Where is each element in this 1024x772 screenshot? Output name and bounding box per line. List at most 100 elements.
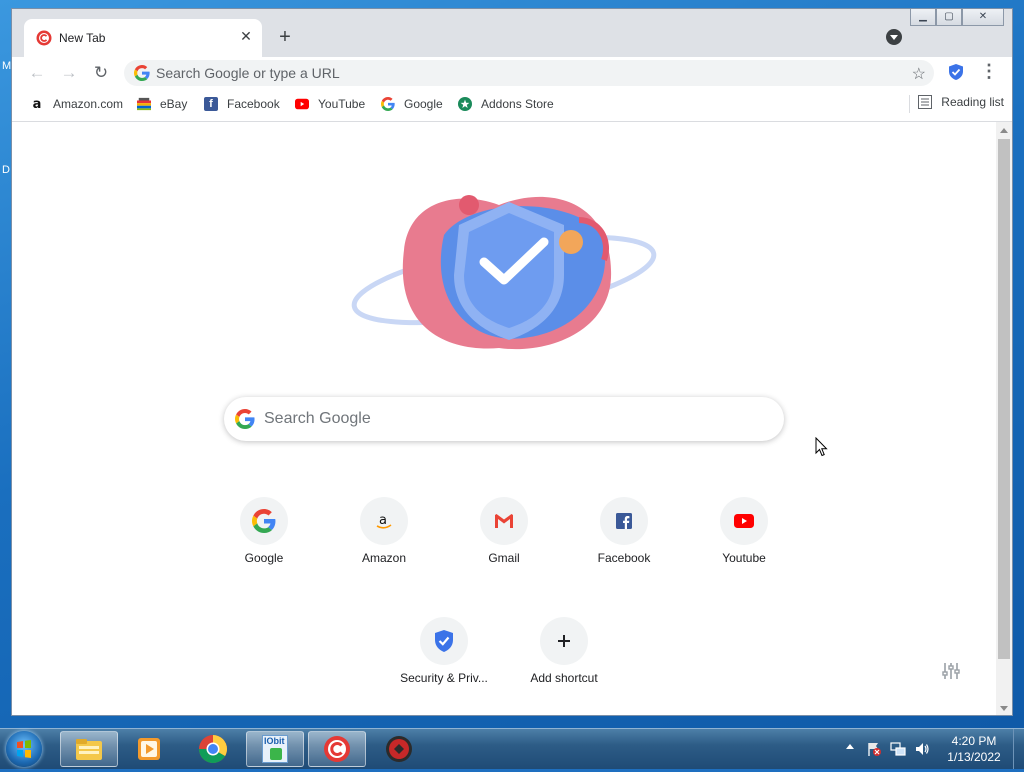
shortcut-facebook[interactable]: Facebook [568, 489, 680, 601]
bookmark-ebay[interactable]: eBay [137, 95, 187, 113]
browser-menu-button[interactable]: ⋮ [980, 61, 998, 83]
reading-list-label: Reading list [941, 95, 1004, 109]
security-extension-icon[interactable] [947, 63, 965, 81]
google-icon [240, 497, 288, 545]
bookmark-youtube[interactable]: YouTube [295, 95, 365, 113]
shortcut-label: Youtube [722, 551, 766, 565]
taskbar-ccleaner-browser[interactable] [308, 731, 366, 767]
clock[interactable]: 4:20 PM 1/13/2022 [938, 733, 1010, 765]
divider [909, 95, 910, 113]
maximize-button[interactable]: ▢ [936, 9, 962, 26]
shield-icon [420, 617, 468, 665]
bookmark-amazon[interactable]: a Amazon.com [30, 95, 123, 113]
minimize-button[interactable]: ▁ [910, 9, 936, 26]
show-desktop-button[interactable] [1013, 729, 1024, 769]
ccleaner-browser-icon [324, 736, 350, 762]
tab-title: New Tab [59, 31, 106, 45]
bookmark-label: Amazon.com [53, 97, 124, 111]
desktop-icon-label: M [2, 60, 12, 72]
address-bar[interactable]: ☆ [124, 60, 934, 86]
bookmark-addons-store[interactable]: Addons Store [458, 95, 554, 113]
reading-list-button[interactable]: Reading list [918, 95, 1004, 109]
amazon-icon: a [360, 497, 408, 545]
clock-time: 4:20 PM [951, 734, 997, 748]
youtube-icon [295, 97, 309, 111]
facebook-icon [600, 497, 648, 545]
taskbar-chrome[interactable] [184, 731, 242, 767]
mouse-cursor-icon [815, 437, 828, 457]
security-hero-illustration [351, 195, 657, 350]
youtube-icon [720, 497, 768, 545]
vertical-scrollbar[interactable] [996, 122, 1012, 715]
browser-logo-icon [36, 30, 52, 46]
shortcut-amazon[interactable]: a Amazon [328, 489, 440, 601]
scroll-up-arrow-icon[interactable] [1000, 128, 1008, 133]
bookmark-label: YouTube [318, 97, 366, 111]
shortcut-label: Facebook [597, 551, 651, 565]
network-icon[interactable] [890, 741, 906, 757]
toolbar: ← → ↻ ☆ ⋮ [12, 57, 1012, 87]
taskbar-iobit[interactable]: IObit [246, 731, 304, 767]
window-controls: ▁ ▢ ✕ [910, 9, 1004, 26]
plus-icon [540, 617, 588, 665]
new-tab-button[interactable]: + [274, 27, 296, 49]
google-search-box[interactable] [224, 397, 784, 441]
taskbar-media-player[interactable] [120, 731, 178, 767]
forward-button[interactable]: → [58, 62, 80, 84]
bookmarks-bar: a Amazon.com eBay f Facebook YouTube Goo… [12, 87, 1012, 122]
reload-button[interactable]: ↻ [90, 62, 112, 84]
taskbar-explorer[interactable] [60, 731, 118, 767]
back-button[interactable]: ← [26, 62, 48, 84]
bookmark-label: Facebook [227, 97, 280, 111]
ebay-icon [137, 97, 151, 111]
action-center-flag-icon[interactable] [866, 741, 882, 757]
shortcut-label: Amazon [361, 551, 407, 565]
volume-icon[interactable] [914, 741, 930, 757]
google-icon [381, 97, 395, 111]
shortcut-gmail[interactable]: Gmail [448, 489, 560, 601]
add-shortcut-button[interactable]: Add shortcut [508, 609, 620, 715]
browser-window: New Tab ✕ + ▁ ▢ ✕ ← → ↻ ☆ ⋮ [11, 8, 1013, 716]
taskbar: IObit 4:20 PM 1/13/2022 [0, 728, 1024, 769]
tab-new-tab[interactable]: New Tab ✕ [24, 19, 262, 57]
shortcut-google[interactable]: Google [208, 489, 320, 601]
shortcut-label: Security & Priv... [400, 671, 488, 685]
shortcut-label: Gmail [488, 551, 520, 565]
security-app-icon [386, 736, 412, 762]
media-player-icon [138, 738, 160, 760]
explorer-icon [76, 739, 102, 760]
close-tab-icon[interactable]: ✕ [238, 28, 254, 44]
gmail-icon [480, 497, 528, 545]
google-icon [134, 65, 150, 81]
new-tab-page: Google a Amazon Gmail Facebook Youtube [12, 122, 996, 715]
desktop-icon-label: D [2, 164, 10, 176]
iobit-label: IObit [264, 736, 285, 746]
scroll-thumb[interactable] [998, 139, 1010, 659]
iobit-icon: IObit [260, 734, 290, 764]
address-input[interactable] [156, 60, 856, 86]
taskbar-security-app[interactable] [370, 731, 428, 767]
bookmark-label: Google [404, 97, 443, 111]
addons-store-icon [458, 97, 472, 111]
shortcut-label: Google [244, 551, 284, 565]
clock-date: 1/13/2022 [947, 750, 1001, 764]
search-input[interactable] [264, 397, 764, 441]
scroll-down-arrow-icon[interactable] [1000, 706, 1008, 711]
bookmark-google[interactable]: Google [381, 95, 443, 113]
bookmark-facebook[interactable]: f Facebook [204, 95, 280, 113]
google-icon [235, 409, 255, 429]
customize-icon[interactable] [940, 660, 962, 682]
close-window-button[interactable]: ✕ [962, 9, 1004, 26]
bookmark-label: eBay [160, 97, 188, 111]
chrome-icon [199, 735, 227, 763]
shortcut-security-privacy[interactable]: Security & Priv... [388, 609, 500, 715]
start-button[interactable] [6, 731, 42, 767]
show-hidden-icons-icon[interactable] [846, 744, 854, 749]
tab-search-button[interactable] [886, 29, 902, 45]
bookmark-label: Addons Store [481, 97, 554, 111]
bookmark-star-icon[interactable]: ☆ [912, 64, 926, 84]
shortcut-label: Add shortcut [530, 671, 598, 685]
shortcut-youtube[interactable]: Youtube [688, 489, 800, 601]
reading-list-icon [918, 95, 933, 109]
facebook-icon: f [204, 97, 218, 111]
